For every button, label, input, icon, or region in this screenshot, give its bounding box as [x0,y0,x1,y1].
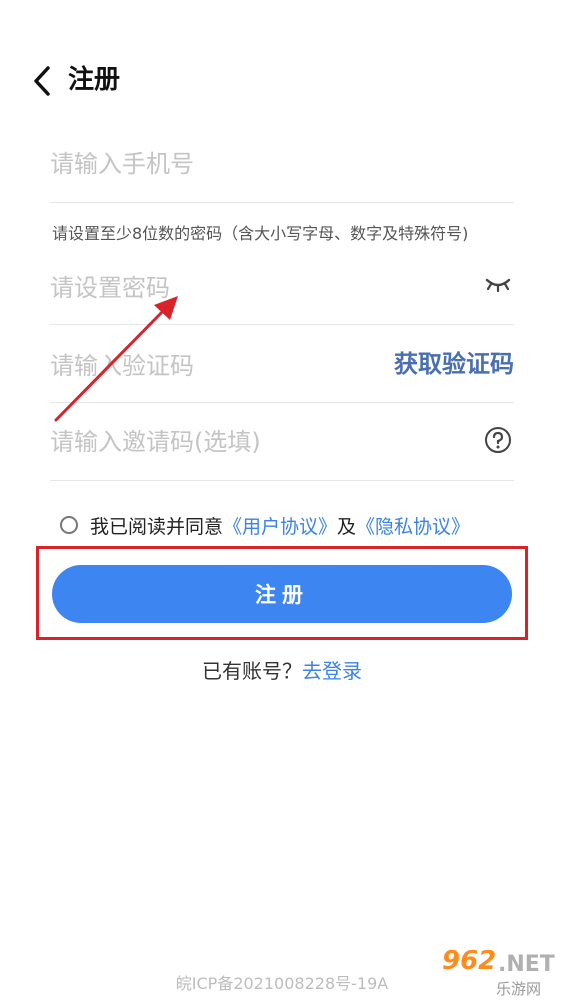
verification-code-field[interactable]: 请输入验证码 获取验证码 [50,326,514,403]
login-prompt: 已有账号？去登录 [0,656,564,686]
watermark-domain: .NET [498,952,555,977]
eye-closed-icon[interactable] [484,276,512,294]
phone-placeholder: 请输入手机号 [50,150,194,178]
privacy-policy-link[interactable]: 《隐私协议》 [356,512,470,539]
watermark-site: 乐游网 [496,980,542,998]
back-button[interactable] [28,64,56,98]
page-title: 注册 [68,65,121,95]
invite-code-field[interactable]: 请输入邀请码(选填) [50,404,514,481]
agreement-checkbox[interactable] [60,516,78,534]
code-placeholder: 请输入验证码 [50,352,194,380]
login-link[interactable]: 去登录 [302,659,362,683]
register-button[interactable]: 注册 [52,565,512,623]
password-placeholder: 请设置密码 [50,274,170,302]
phone-field[interactable]: 请输入手机号 [50,126,514,203]
get-code-button[interactable]: 获取验证码 [394,346,514,382]
help-icon[interactable] [484,426,512,454]
watermark-number: 962 [442,946,497,976]
agreement-row: 我已阅读并同意 《用户协议》 及 《隐私协议》 [60,509,470,541]
invite-placeholder: 请输入邀请码(选填) [50,428,261,456]
agreement-conjunction: 及 [337,515,357,538]
watermark-logo: 962 .NET 乐游网 [436,944,555,1000]
agreement-text: 我已阅读并同意 [90,515,224,538]
login-question: 已有账号？ [202,659,302,683]
chevron-left-icon [34,66,50,96]
password-hint: 请设置至少8位数的密码（含大小写字母、数字及特殊符号) [52,224,469,243]
password-field[interactable]: 请设置密码 [50,248,514,325]
user-agreement-link[interactable]: 《用户协议》 [223,512,337,539]
